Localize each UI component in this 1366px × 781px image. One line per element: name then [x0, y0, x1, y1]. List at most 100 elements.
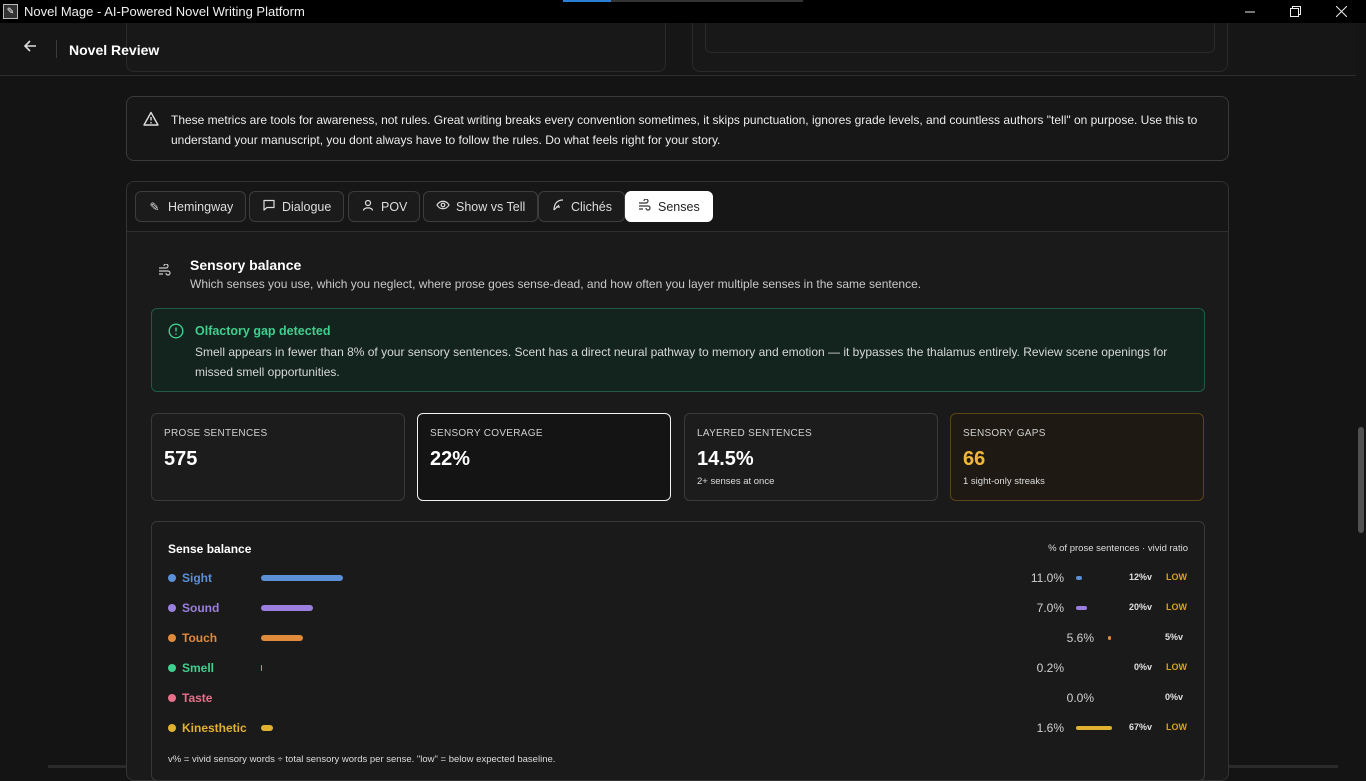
tab-label: Senses	[658, 199, 700, 214]
tab-pov[interactable]: POV	[348, 191, 421, 222]
page-title: Novel Review	[69, 42, 160, 58]
scrolled-card	[126, 23, 666, 72]
metrics-disclaimer: These metrics are tools for awareness, n…	[126, 96, 1229, 161]
sense-percent-value: 5.6%	[1066, 631, 1094, 645]
scrolled-card	[692, 23, 1228, 72]
stat-value: 575	[164, 448, 198, 470]
user-icon	[361, 199, 374, 214]
speech-bubble-icon	[262, 199, 275, 214]
stat-subtext: 2+ senses at once	[697, 476, 775, 487]
sense-vivid-bar	[1108, 636, 1111, 640]
alert-triangle-icon	[143, 111, 159, 126]
tab-label: Dialogue	[282, 199, 332, 214]
sense-percent-bar	[261, 635, 303, 641]
sense-percent-value: 0.0%	[1066, 691, 1094, 705]
sense-percent-bar	[261, 665, 263, 671]
info-circle-icon	[168, 323, 184, 339]
sense-percent-value: 0.2%	[1036, 661, 1064, 675]
sense-vivid-ratio: 0%v	[1133, 662, 1152, 672]
sense-vivid-ratio: 12%v	[1128, 572, 1152, 582]
app-logo-icon: ✎	[3, 4, 18, 19]
tab-hemingway[interactable]: ✎ Hemingway	[135, 191, 247, 222]
stat-value: 14.5%	[697, 448, 754, 470]
low-flag-badge: LOW	[1166, 662, 1187, 672]
stat-layered-sentences: LAYERED SENTENCES 14.5% 2+ senses at onc…	[684, 413, 938, 501]
sense-row-touch: Touch 5.6% 5%v	[168, 628, 1190, 648]
header-divider	[56, 40, 57, 58]
stat-value: 22%	[430, 448, 471, 470]
sense-color-dot	[168, 574, 176, 582]
sense-percent-value: 11.0%	[1030, 571, 1064, 585]
sense-row-sight: Sight 11.0% 12%v LOW	[168, 568, 1190, 588]
sense-name: Touch	[182, 631, 218, 645]
alert-body: Smell appears in fewer than 8% of your s…	[195, 345, 1168, 379]
stat-sensory-coverage[interactable]: SENSORY COVERAGE 22%	[417, 413, 671, 501]
tab-label: Hemingway	[168, 199, 234, 214]
sense-name: Kinesthetic	[182, 721, 247, 735]
minimize-icon[interactable]	[1227, 0, 1273, 23]
disclaimer-text: These metrics are tools for awareness, n…	[171, 113, 1198, 147]
sense-name: Taste	[182, 691, 213, 705]
sense-row-smell: Smell 0.2% 0%v LOW	[168, 658, 1190, 678]
sense-vivid-ratio: 20%v	[1128, 602, 1152, 612]
review-panel: ✎ Hemingway Dialogue POV Show vs Tell Cl…	[126, 181, 1229, 781]
sense-percent-bar	[261, 575, 343, 581]
window-title: Novel Mage - AI-Powered Novel Writing Pl…	[24, 4, 305, 19]
sense-percent-bar	[261, 725, 273, 731]
section-description: Which senses you use, which you neglect,…	[190, 277, 922, 291]
arrow-left-icon	[23, 40, 36, 52]
sense-balance-card: Sense balance % of prose sentences · viv…	[151, 521, 1205, 780]
sense-color-dot	[168, 634, 176, 642]
olfactory-gap-alert: Olfactory gap detected Smell appears in …	[151, 308, 1205, 392]
back-button[interactable]	[20, 39, 40, 59]
sense-percent-value: 7.0%	[1036, 601, 1064, 615]
feather-icon	[551, 199, 564, 214]
stat-subtext: 1 sight-only streaks	[963, 476, 1045, 487]
sense-name: Sight	[182, 571, 212, 585]
section-title: Sensory balance	[190, 257, 302, 273]
stat-label: SENSORY GAPS	[963, 428, 1046, 439]
sense-name: Smell	[182, 661, 215, 675]
sense-vivid-bar	[1076, 576, 1083, 580]
sense-color-dot	[168, 694, 176, 702]
sense-color-dot	[168, 664, 176, 672]
sense-vivid-ratio: 67%v	[1128, 722, 1152, 732]
sense-balance-legend: % of prose sentences · vivid ratio	[1048, 543, 1188, 554]
tab-show-vs-tell[interactable]: Show vs Tell	[423, 191, 539, 222]
wind-icon	[158, 263, 171, 279]
sense-vivid-ratio: 0%v	[1164, 692, 1183, 702]
low-flag-badge: LOW	[1166, 602, 1187, 612]
wind-icon	[638, 198, 651, 214]
sense-percent-bar	[261, 605, 314, 611]
sense-color-dot	[168, 604, 176, 612]
sense-row-sound: Sound 7.0% 20%v LOW	[168, 598, 1190, 618]
tab-label: Show vs Tell	[456, 199, 526, 214]
titlebar-progress	[563, 0, 803, 2]
sense-vivid-bar	[1076, 726, 1112, 730]
close-icon[interactable]	[1318, 0, 1364, 23]
stat-label: LAYERED SENTENCES	[697, 428, 812, 439]
sense-row-kinesthetic: Kinesthetic 1.6% 67%v LOW	[168, 718, 1190, 738]
low-flag-badge: LOW	[1166, 572, 1187, 582]
restore-icon[interactable]	[1272, 0, 1318, 23]
stat-sensory-gaps: SENSORY GAPS 66 1 sight-only streaks	[950, 413, 1204, 501]
app-header: Novel Review	[0, 23, 1356, 76]
vertical-scrollbar[interactable]	[1356, 23, 1366, 768]
tab-cliches[interactable]: Clichés	[538, 191, 625, 222]
stat-value: 66	[963, 448, 986, 470]
stat-label: SENSORY COVERAGE	[430, 428, 543, 439]
sense-balance-heading: Sense balance	[168, 542, 252, 556]
pencil-icon: ✎	[149, 199, 160, 214]
sense-row-taste: Taste 0.0% 0%v	[168, 688, 1190, 708]
sense-vivid-ratio: 5%v	[1164, 632, 1183, 642]
stat-label: PROSE SENTENCES	[164, 428, 268, 439]
stat-prose-sentences: PROSE SENTENCES 575	[151, 413, 405, 501]
tab-dialogue[interactable]: Dialogue	[249, 191, 345, 222]
alert-title: Olfactory gap detected	[195, 324, 331, 338]
review-tabs: ✎ Hemingway Dialogue POV Show vs Tell Cl…	[127, 182, 1228, 232]
tab-label: POV	[381, 199, 408, 214]
sense-name: Sound	[182, 601, 220, 615]
tab-senses[interactable]: Senses	[625, 191, 713, 222]
tab-label: Clichés	[571, 199, 612, 214]
low-flag-badge: LOW	[1166, 722, 1187, 732]
